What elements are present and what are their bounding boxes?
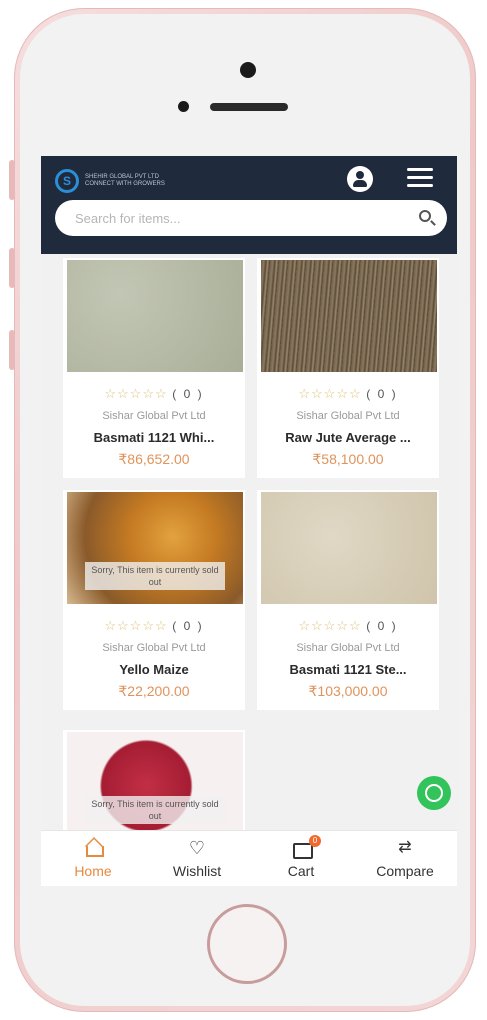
volume-down-button: [9, 330, 15, 370]
product-seller: Sishar Global Pvt Ltd: [102, 642, 206, 654]
home-icon: [86, 846, 104, 857]
rating-stars-icon: ☆☆☆☆☆: [104, 386, 168, 401]
volume-up-button: [9, 248, 15, 288]
nav-wishlist-label: Wishlist: [172, 863, 222, 879]
product-name[interactable]: Raw Jute Average ...: [263, 430, 433, 445]
product-card[interactable]: ☆☆☆☆☆ ( 0 ) Sishar Global Pvt Ltd Basmat…: [257, 490, 439, 710]
product-card[interactable]: ☆☆☆☆☆ ( 0 ) Sishar Global Pvt Ltd Basmat…: [63, 258, 245, 478]
app-screen: S SHEHIR GLOBAL PVT LTD CONNECT WITH GRO…: [41, 156, 457, 886]
product-seller: Sishar Global Pvt Ltd: [296, 410, 400, 422]
product-price: ₹86,652.00: [118, 451, 190, 467]
logo-name: SHEHIR GLOBAL PVT LTD: [85, 174, 159, 180]
rating-stars-icon: ☆☆☆☆☆: [298, 618, 362, 633]
search-input[interactable]: Search for items...: [75, 211, 180, 226]
rating-stars-icon: ☆☆☆☆☆: [104, 618, 168, 633]
nav-wishlist[interactable]: ♡ Wishlist: [145, 831, 249, 886]
front-camera: [240, 62, 256, 78]
sold-out-label: Sorry, This item is currently sold out: [85, 796, 225, 824]
product-image[interactable]: Sorry, This item is currently sold out: [67, 492, 243, 604]
product-rating: ☆☆☆☆☆ ( 0 ): [63, 386, 245, 402]
product-image[interactable]: [261, 492, 437, 604]
nav-home[interactable]: Home: [41, 831, 145, 886]
bottom-navigation: Home ♡ Wishlist 0 Cart ⇄ Compare: [41, 830, 457, 886]
app-header: S SHEHIR GLOBAL PVT LTD CONNECT WITH GRO…: [41, 156, 457, 254]
nav-cart-label: Cart: [287, 863, 315, 879]
user-account-icon[interactable]: [347, 166, 373, 192]
product-card[interactable]: Sorry, This item is currently sold out ☆…: [63, 490, 245, 710]
product-rating: ☆☆☆☆☆ ( 0 ): [257, 386, 439, 402]
sold-out-label: Sorry, This item is currently sold out: [85, 562, 225, 590]
product-name[interactable]: Basmati 1121 Whi...: [69, 430, 239, 445]
nav-home-label: Home: [74, 863, 112, 879]
product-price: ₹58,100.00: [312, 451, 384, 467]
hamburger-menu-icon[interactable]: [407, 168, 433, 188]
nav-compare[interactable]: ⇄ Compare: [353, 831, 457, 886]
heart-icon: ♡: [188, 838, 206, 858]
nav-cart[interactable]: 0 Cart: [249, 831, 353, 886]
product-image[interactable]: Sorry, This item is currently sold out: [67, 732, 243, 840]
brand-logo[interactable]: S SHEHIR GLOBAL PVT LTD CONNECT WITH GRO…: [55, 166, 195, 196]
mute-switch: [9, 160, 15, 200]
search-icon[interactable]: [419, 210, 431, 222]
product-seller: Sishar Global Pvt Ltd: [102, 410, 206, 422]
whatsapp-chat-icon[interactable]: [417, 776, 451, 810]
product-name[interactable]: Basmati 1121 Ste...: [263, 662, 433, 677]
product-image[interactable]: [261, 260, 437, 372]
product-price: ₹103,000.00: [308, 683, 388, 699]
logo-text: SHEHIR GLOBAL PVT LTD CONNECT WITH GROWE…: [85, 174, 165, 188]
logo-mark-icon: S: [55, 169, 79, 193]
logo-tagline: CONNECT WITH GROWERS: [85, 181, 165, 187]
product-price: ₹22,200.00: [118, 683, 190, 699]
rating-stars-icon: ☆☆☆☆☆: [298, 386, 362, 401]
product-seller: Sishar Global Pvt Ltd: [296, 642, 400, 654]
rating-count: ( 0 ): [172, 619, 204, 633]
rating-count: ( 0 ): [366, 619, 398, 633]
product-card[interactable]: ☆☆☆☆☆ ( 0 ) Sishar Global Pvt Ltd Raw Ju…: [257, 258, 439, 478]
phone-home-button[interactable]: [207, 904, 287, 984]
search-bar[interactable]: Search for items...: [55, 200, 447, 236]
product-rating: ☆☆☆☆☆ ( 0 ): [257, 618, 439, 634]
proximity-sensor: [178, 101, 189, 112]
nav-compare-label: Compare: [376, 863, 434, 879]
rating-count: ( 0 ): [172, 387, 204, 401]
product-image[interactable]: [67, 260, 243, 372]
compare-icon: ⇄: [398, 839, 412, 856]
product-card[interactable]: Sorry, This item is currently sold out: [63, 730, 245, 840]
cart-count-badge: 0: [309, 835, 321, 847]
product-name[interactable]: Yello Maize: [69, 662, 239, 677]
rating-count: ( 0 ): [366, 387, 398, 401]
earpiece-speaker: [210, 103, 288, 111]
product-rating: ☆☆☆☆☆ ( 0 ): [63, 618, 245, 634]
